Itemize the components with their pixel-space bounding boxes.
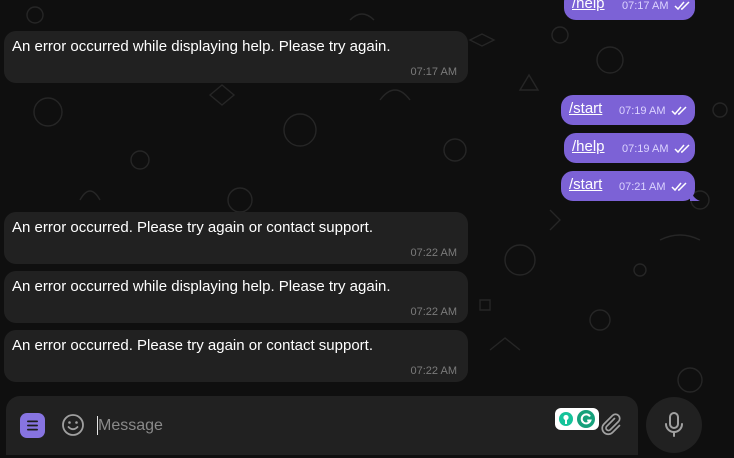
command-link[interactable]: /help xyxy=(572,138,605,155)
incoming-message: An error occurred while displaying help.… xyxy=(4,271,468,323)
incoming-message: An error occurred while displaying help.… xyxy=(4,31,468,83)
grammarly-widget[interactable] xyxy=(555,408,599,430)
message-time: 07:17 AM xyxy=(622,0,669,12)
message-time: 07:22 AM xyxy=(410,306,457,318)
message-time: 07:22 AM xyxy=(410,365,457,377)
command-link[interactable]: /help xyxy=(572,0,605,12)
message-time: 07:19 AM xyxy=(619,105,666,117)
incoming-message: An error occurred. Please try again or c… xyxy=(4,212,468,264)
message-time: 07:21 AM xyxy=(619,181,666,193)
message-time: 07:17 AM xyxy=(410,66,457,78)
message-text: An error occurred. Please try again or c… xyxy=(12,337,374,354)
bot-menu-icon xyxy=(27,420,38,431)
outgoing-message: /start 07:19 AM xyxy=(561,95,695,125)
message-text: An error occurred while displaying help.… xyxy=(12,278,391,295)
outgoing-message: /start 07:21 AM xyxy=(561,171,695,201)
text-caret xyxy=(97,416,98,435)
paperclip-icon[interactable] xyxy=(598,412,622,436)
voice-record-button[interactable] xyxy=(646,397,702,453)
grammarly-icon xyxy=(559,410,595,428)
incoming-message: An error occurred. Please try again or c… xyxy=(4,330,468,382)
command-link[interactable]: /start xyxy=(569,100,602,117)
microphone-icon xyxy=(665,412,683,437)
double-check-icon xyxy=(671,106,687,116)
message-time: 07:22 AM xyxy=(410,247,457,259)
message-composer xyxy=(6,396,638,455)
smile-icon[interactable] xyxy=(60,412,86,438)
message-text: An error occurred while displaying help.… xyxy=(12,38,391,55)
command-link[interactable]: /start xyxy=(569,176,602,193)
message-input[interactable] xyxy=(96,412,540,440)
double-check-icon xyxy=(674,1,690,11)
message-time: 07:19 AM xyxy=(622,143,669,155)
bot-menu-button[interactable] xyxy=(20,413,45,438)
outgoing-message: /help 07:19 AM xyxy=(564,133,695,163)
double-check-icon xyxy=(671,182,687,192)
outgoing-message: /help 07:17 AM xyxy=(564,0,695,20)
double-check-icon xyxy=(674,144,690,154)
message-text: An error occurred. Please try again or c… xyxy=(12,219,374,236)
bubble-tail xyxy=(690,188,700,201)
message-list[interactable]: /help 07:17 AM An error occurred while d… xyxy=(0,0,734,455)
